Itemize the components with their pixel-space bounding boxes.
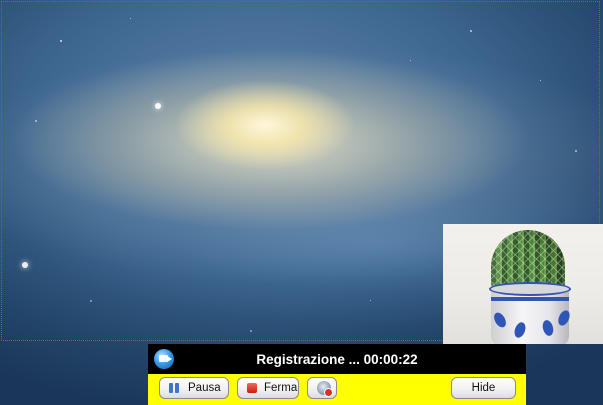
hide-button[interactable]: Hide	[451, 377, 516, 399]
webcam-preview[interactable]	[443, 224, 603, 344]
stop-button-label: Ferma	[264, 382, 298, 394]
pause-button[interactable]: Pausa	[159, 377, 229, 399]
webcam-off-icon	[324, 388, 333, 397]
hide-button-label: Hide	[471, 382, 496, 394]
pot-band	[491, 297, 569, 301]
pause-button-label: Pausa	[188, 382, 221, 394]
recording-status-text: Registrazione ... 00:00:22	[256, 352, 418, 367]
recording-status-bar: Registrazione ... 00:00:22	[148, 344, 526, 374]
pause-icon	[169, 383, 179, 393]
webcam-toggle-button[interactable]	[307, 377, 337, 399]
stop-button[interactable]: Ferma	[237, 377, 299, 399]
stop-icon	[247, 383, 257, 393]
pot-rim	[489, 282, 571, 296]
